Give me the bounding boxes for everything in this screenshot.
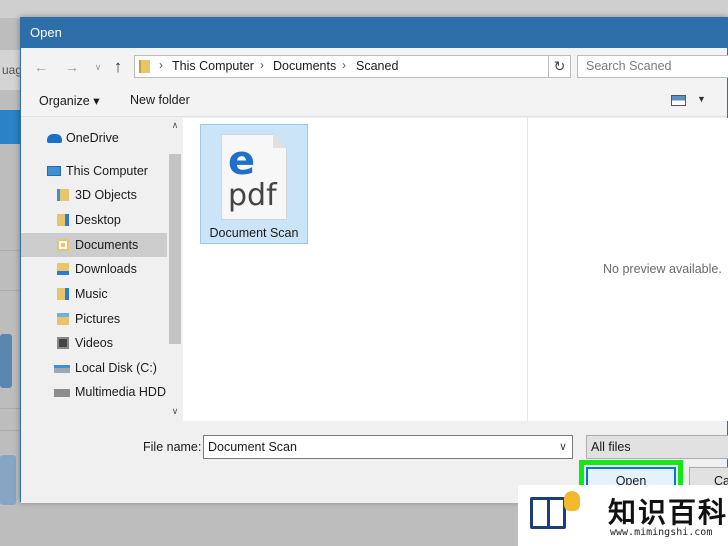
drive-icon	[54, 365, 70, 373]
chevron-right-icon: ›	[260, 58, 264, 72]
preview-pane: No preview available.	[527, 118, 728, 421]
new-folder-button[interactable]: New folder	[130, 93, 190, 107]
pictures-folder-icon	[57, 313, 69, 325]
nav-item-downloads[interactable]: Downloads	[21, 257, 169, 281]
nav-item-desktop[interactable]: Desktop	[21, 208, 169, 232]
nav-item-label: Videos	[75, 336, 113, 350]
breadcrumb-documents[interactable]: Documents	[273, 59, 336, 73]
file-list: e pdf Document Scan	[183, 118, 527, 421]
chevron-down-icon[interactable]: ∨	[559, 436, 567, 458]
background-blue-block	[0, 334, 12, 388]
up-icon[interactable]: ↑	[109, 58, 127, 76]
edge-pdf-icon: e pdf	[221, 134, 287, 220]
computer-icon	[47, 166, 61, 176]
chevron-right-icon: ›	[342, 58, 346, 72]
nav-item-label: This Computer	[66, 164, 148, 178]
organize-button[interactable]: Organize ▾	[39, 93, 99, 108]
search-input[interactable]: Search Scaned	[577, 55, 728, 78]
desktop-folder-icon	[57, 214, 69, 226]
open-file-dialog: Open ← → ∨ ↑ › This Computer › Documents…	[20, 17, 728, 503]
breadcrumb-scaned[interactable]: Scaned	[356, 59, 398, 73]
nav-item-multimedia-hdd[interactable]: Multimedia HDD	[21, 380, 169, 404]
preview-message: No preview available.	[603, 262, 722, 276]
cube-folder-icon	[57, 189, 69, 201]
nav-item-music[interactable]: Music	[21, 282, 169, 306]
nav-item-pictures[interactable]: Pictures	[21, 307, 169, 331]
nav-item-label: OneDrive	[66, 131, 119, 145]
forward-icon[interactable]: →	[63, 58, 81, 76]
file-name-label: File name:	[143, 440, 202, 454]
address-bar: ← → ∨ ↑ › This Computer › Documents › Sc…	[21, 48, 728, 86]
music-folder-icon	[57, 288, 69, 300]
drive-icon	[54, 389, 70, 397]
nav-item-label: Documents	[75, 238, 139, 252]
nav-scrollbar[interactable]: ∧ ∨	[167, 118, 183, 421]
nav-item-videos[interactable]: Videos	[21, 331, 169, 355]
nav-item-label: Multimedia HDD	[75, 385, 166, 399]
cloud-icon	[47, 134, 62, 143]
background-divider	[0, 250, 22, 251]
file-item[interactable]: e pdf Document Scan	[200, 124, 308, 244]
nav-item-documents[interactable]: Documents	[21, 233, 169, 257]
navigation-pane: OneDrive This Computer 3D Objects Deskto…	[21, 118, 183, 421]
refresh-icon[interactable]: ↻	[548, 55, 571, 78]
nav-item-label: Downloads	[75, 262, 137, 276]
chevron-down-icon[interactable]: ∨	[169, 406, 181, 417]
recent-dropdown-icon[interactable]: ∨	[89, 58, 107, 76]
back-icon[interactable]: ←	[32, 58, 50, 76]
nav-item-label: 3D Objects	[75, 188, 137, 202]
page-fold	[273, 134, 287, 148]
file-name-value: Document Scan	[208, 440, 297, 454]
file-name-input[interactable]: Document Scan ∨	[203, 435, 573, 459]
dialog-title: Open	[21, 18, 727, 48]
edge-logo-icon: e	[228, 138, 256, 184]
file-type-select[interactable]: All files	[586, 435, 728, 459]
nav-item-label: Music	[75, 287, 108, 301]
watermark-title: 知识百科	[608, 496, 728, 529]
file-name: Document Scan	[209, 226, 299, 240]
background-blue-block	[0, 455, 16, 505]
scrollbar-thumb[interactable]	[169, 154, 181, 344]
watermark-url: www.mimingshi.com	[610, 527, 713, 538]
command-bar: Organize ▾ New folder ▼	[21, 86, 727, 117]
book-icon	[530, 497, 566, 529]
background-top-bar	[0, 0, 728, 18]
videos-folder-icon	[57, 337, 69, 349]
background-blue-block	[0, 110, 22, 144]
nav-item-this-computer[interactable]: This Computer	[21, 159, 169, 183]
nav-item-local-disk[interactable]: Local Disk (C:)	[21, 356, 169, 380]
pdf-label: pdf	[228, 178, 277, 213]
view-options-icon[interactable]	[671, 95, 686, 106]
documents-folder-icon	[57, 239, 69, 251]
background-divider	[0, 430, 22, 431]
background-divider	[0, 408, 22, 409]
nav-item-label: Pictures	[75, 312, 121, 326]
lightbulb-icon	[564, 491, 580, 511]
chevron-right-icon: ›	[159, 58, 163, 72]
watermark: 知识百科 www.mimingshi.com	[518, 485, 728, 546]
chevron-up-icon[interactable]: ∧	[169, 120, 181, 131]
nav-item-3d-objects[interactable]: 3D Objects	[21, 183, 169, 207]
breadcrumb-this-computer[interactable]: This Computer	[172, 59, 254, 73]
nav-item-label: Local Disk (C:)	[75, 361, 157, 375]
nav-item-label: Desktop	[75, 213, 121, 227]
nav-item-onedrive[interactable]: OneDrive	[21, 126, 169, 150]
folder-icon	[139, 60, 150, 73]
background-divider	[0, 290, 22, 291]
path-input[interactable]: › This Computer › Documents › Scaned ∨	[134, 55, 569, 78]
downloads-folder-icon	[57, 263, 69, 275]
chevron-down-icon[interactable]: ▼	[697, 94, 706, 104]
